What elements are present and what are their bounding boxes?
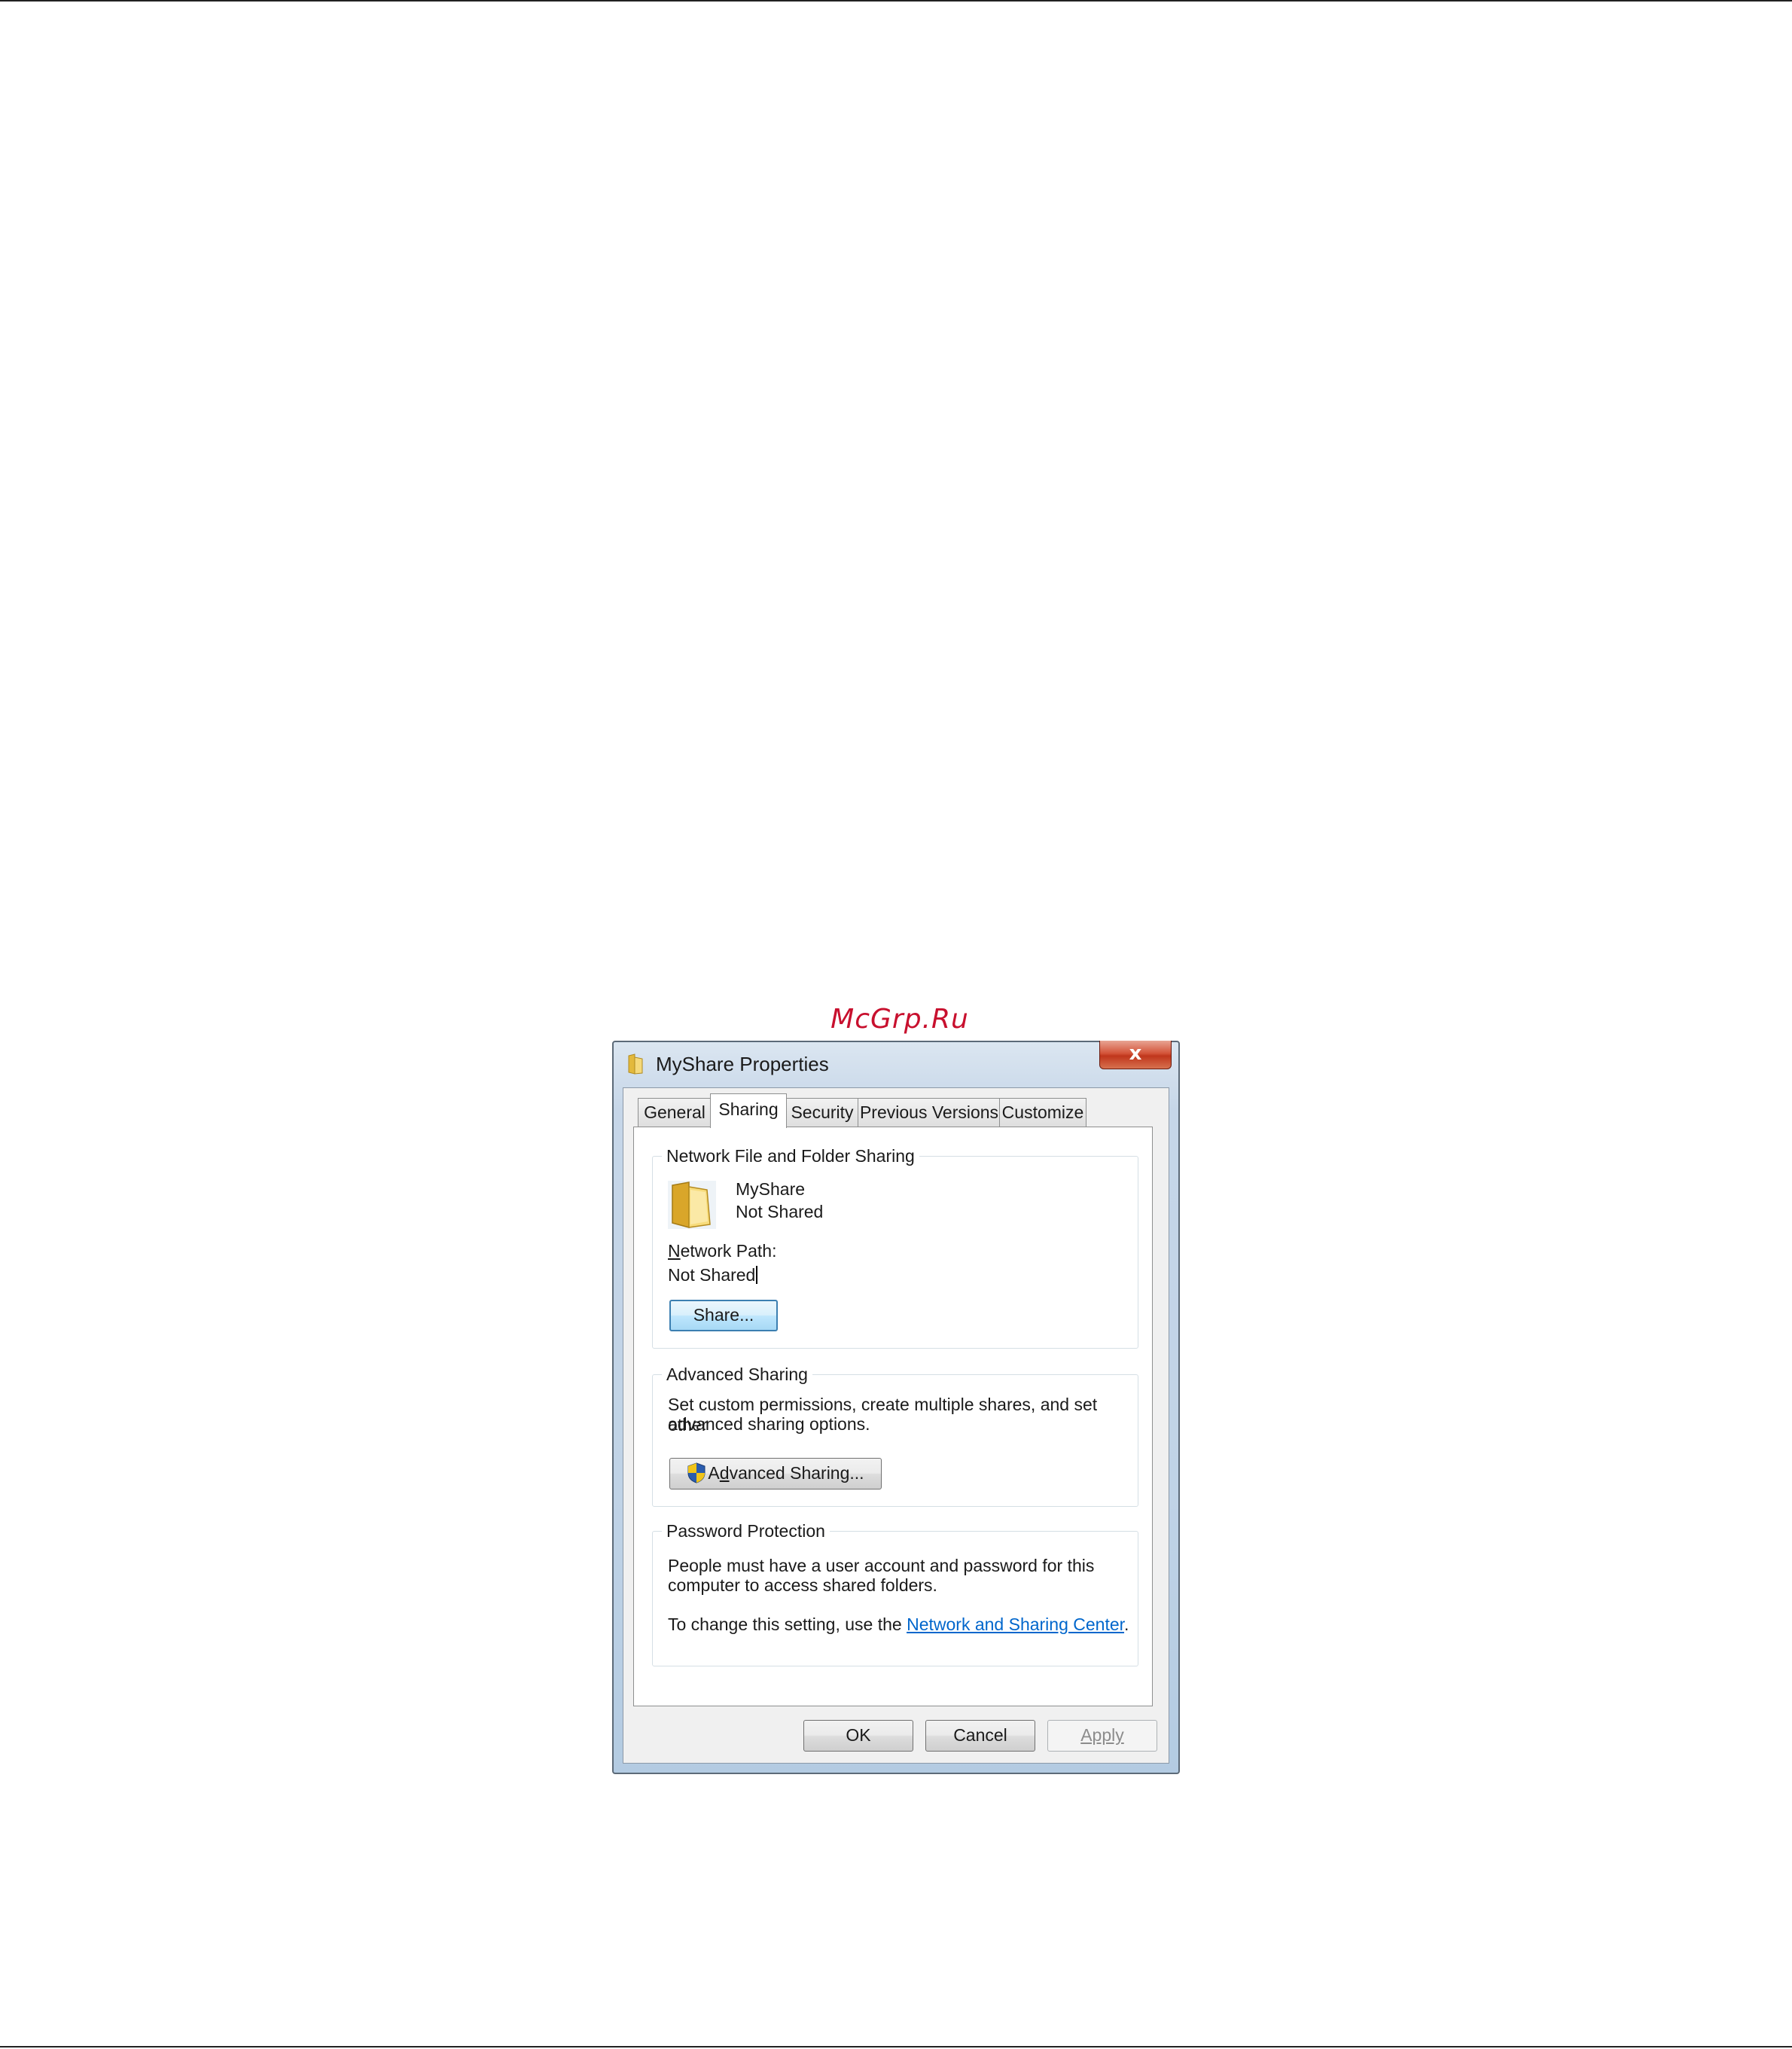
group-legend: Password Protection (662, 1520, 830, 1541)
button-text: vanced Sharing... (729, 1463, 864, 1483)
close-icon: x (1129, 1042, 1142, 1065)
label-rest: etwork Path: (680, 1241, 777, 1261)
watermark-text: McGrp.Ru (830, 1004, 969, 1035)
advanced-sharing-button[interactable]: Advanced Sharing... (669, 1458, 882, 1489)
network-sharing-group: Network File and Folder Sharing MyShare … (652, 1145, 1138, 1349)
network-path-value[interactable]: Not Shared (668, 1265, 758, 1285)
password-protection-group: Password Protection People must have a u… (652, 1520, 1138, 1666)
properties-dialog: MyShare Properties x General Sharing Sec… (612, 1041, 1180, 1774)
change-prefix: To change this setting, use the (668, 1615, 907, 1634)
tab-label: Previous Versions (859, 1102, 999, 1122)
password-protection-line1: People must have a user account and pass… (668, 1556, 1095, 1575)
cancel-button[interactable]: Cancel (925, 1720, 1035, 1752)
group-legend: Network File and Folder Sharing (662, 1145, 919, 1166)
folder-name: MyShare (736, 1179, 806, 1199)
close-button[interactable]: x (1099, 1041, 1172, 1069)
uac-shield-icon (687, 1462, 706, 1483)
tab-general[interactable]: General (638, 1098, 712, 1127)
tab-label: Sharing (718, 1099, 779, 1119)
ok-button[interactable]: OK (803, 1720, 913, 1752)
button-text: Apply (1080, 1725, 1124, 1745)
window-title: MyShare Properties (656, 1053, 829, 1075)
tab-label: Customize (1001, 1102, 1084, 1122)
path-value-text: Not Shared (668, 1265, 756, 1285)
password-protection-line2: computer to access shared folders. (668, 1575, 937, 1595)
access-key: d (719, 1463, 730, 1483)
advanced-sharing-group: Advanced Sharing Set custom permissions,… (652, 1364, 1138, 1507)
sharing-tab-panel: Network File and Folder Sharing MyShare … (633, 1127, 1153, 1706)
group-legend: Advanced Sharing (662, 1364, 812, 1385)
change-suffix: . (1124, 1615, 1129, 1634)
folder-share-status: Not Shared (736, 1202, 824, 1221)
shared-folder-icon (668, 1181, 716, 1229)
page-bottom-rule (0, 2046, 1792, 2047)
apply-button[interactable]: Apply (1047, 1720, 1157, 1752)
page-top-rule (0, 0, 1792, 2)
tab-security[interactable]: Security (785, 1098, 859, 1127)
share-button[interactable]: Share... (669, 1300, 778, 1331)
tab-label: General (644, 1102, 706, 1122)
access-key: N (668, 1241, 681, 1261)
tab-customize[interactable]: Customize (999, 1098, 1086, 1127)
tab-sharing[interactable]: Sharing (710, 1093, 787, 1128)
change-setting-text: To change this setting, use the Network … (668, 1615, 1129, 1635)
network-path-label: Network Path: (668, 1241, 776, 1261)
text-caret (756, 1266, 758, 1284)
tab-previous-versions[interactable]: Previous Versions (858, 1098, 1001, 1127)
button-text: A (708, 1463, 720, 1483)
tab-label: Security (791, 1102, 854, 1122)
network-sharing-center-link[interactable]: Network and Sharing Center (907, 1615, 1124, 1634)
folder-icon (628, 1053, 643, 1075)
advanced-sharing-description-line2: advanced sharing options. (668, 1414, 870, 1434)
